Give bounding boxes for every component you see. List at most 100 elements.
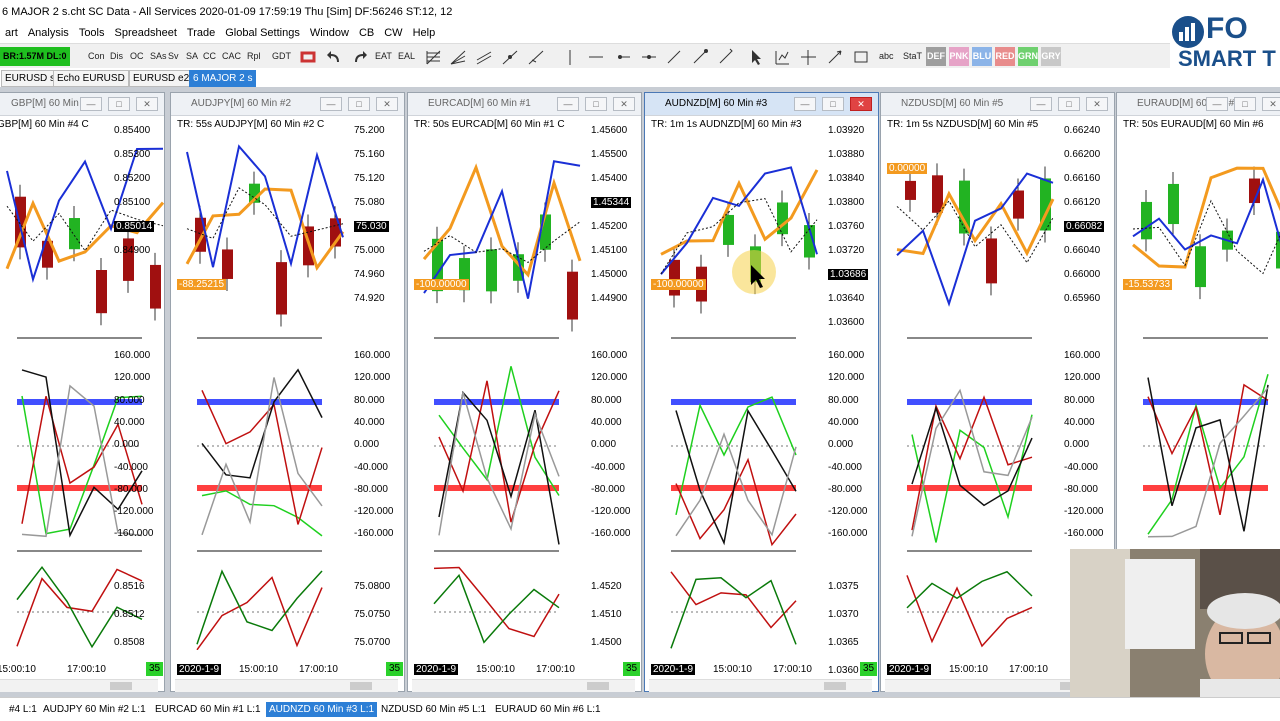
channel-icon[interactable]	[474, 47, 494, 66]
pane-header[interactable]: NZDUSD[M] 60 Min #5 — □ ✕	[881, 93, 1114, 116]
hray-icon[interactable]	[613, 47, 633, 66]
minimize-button[interactable]: —	[80, 97, 102, 111]
maximize-button[interactable]: □	[822, 97, 844, 111]
close-button[interactable]: ✕	[1262, 97, 1280, 111]
menu-item[interactable]: CB	[354, 24, 379, 39]
horizontal-scrollbar[interactable]	[0, 679, 158, 692]
color-button-blu[interactable]: BLU	[972, 47, 992, 66]
extended-line-icon[interactable]	[639, 47, 659, 66]
fib-icon[interactable]	[423, 47, 443, 66]
chart-tab[interactable]: NZDUSD 60 Min #5 L:1	[378, 702, 489, 717]
chart-pane-gbp[interactable]: GBP[M] 60 Min #4— □ ✕ GBP[M] 60 Min #4 C 0.8…	[0, 92, 165, 692]
menu-item[interactable]: CW	[379, 24, 407, 39]
account-status[interactable]: BR:1.57M DL:0	[0, 47, 70, 66]
toolbar-button-dis[interactable]: Dis	[110, 47, 123, 66]
close-button[interactable]: ✕	[613, 97, 635, 111]
scroll-thumb[interactable]	[350, 682, 372, 690]
close-button[interactable]: ✕	[376, 97, 398, 111]
fib-fan-icon[interactable]	[448, 47, 468, 66]
pane-header[interactable]: GBP[M] 60 Min #4— □ ✕	[0, 93, 164, 116]
maximize-button[interactable]: □	[1234, 97, 1256, 111]
chart-tab[interactable]: AUDNZD 60 Min #3 L:1	[266, 702, 378, 717]
close-button[interactable]: ✕	[850, 97, 872, 111]
color-button-def[interactable]: DEF	[926, 47, 946, 66]
close-button[interactable]: ✕	[1086, 97, 1108, 111]
menu-item[interactable]: Global Settings	[220, 24, 305, 39]
toolbar-button-rpl[interactable]: Rpl	[247, 47, 261, 66]
toolbar-button-abc[interactable]: abc	[879, 47, 894, 66]
chartbook-tab[interactable]: Echo EURUSD	[53, 70, 129, 87]
vline-icon[interactable]	[560, 47, 580, 66]
color-button-gry[interactable]: GRY	[1041, 47, 1061, 66]
horizontal-scrollbar[interactable]	[649, 679, 872, 692]
chartbook-tab[interactable]: 6 MAJOR 2 s	[189, 70, 257, 87]
chart-values-icon[interactable]	[772, 47, 792, 66]
chartbook-tab[interactable]: EURUSD e2	[129, 70, 194, 87]
scroll-thumb[interactable]	[587, 682, 609, 690]
chart-tab[interactable]: AUDJPY 60 Min #2 L:1	[40, 702, 149, 717]
toolbar-button-eal[interactable]: EAL	[398, 47, 415, 66]
minimize-button[interactable]: —	[320, 97, 342, 111]
menu-item[interactable]: Spreadsheet	[110, 24, 182, 39]
pane-header[interactable]: EURCAD[M] 60 Min #1 — □ ✕	[408, 93, 641, 116]
ray-icon[interactable]	[526, 47, 546, 66]
cursor-icon[interactable]	[746, 47, 766, 66]
toolbar-button-sa[interactable]: SA	[186, 47, 198, 66]
maximize-button[interactable]: □	[348, 97, 370, 111]
price-chart[interactable]	[887, 115, 1062, 650]
minimize-button[interactable]: —	[1206, 97, 1228, 111]
menu-item[interactable]: Window	[305, 24, 354, 39]
chart-pane-audnzd[interactable]: AUDNZD[M] 60 Min #3 — □ ✕ TR: 1m 1s AUDNZD[M…	[644, 92, 879, 692]
chart-tab[interactable]: #4 L:1	[6, 702, 40, 717]
toolbar-button-con[interactable]: Con	[88, 47, 105, 66]
line-icon[interactable]	[664, 47, 684, 66]
chartbook-tab[interactable]: EURUSD s	[1, 70, 60, 87]
menu-item[interactable]: Trade	[182, 24, 220, 39]
maximize-button[interactable]: □	[585, 97, 607, 111]
line-dot-icon[interactable]	[690, 47, 710, 66]
price-chart[interactable]	[177, 115, 352, 650]
price-chart[interactable]	[651, 115, 826, 650]
arrow-line-icon[interactable]	[825, 47, 845, 66]
toolbar-button-cac[interactable]: CAC	[222, 47, 241, 66]
menu-item[interactable]: Help	[408, 24, 441, 39]
trend-tool-icon[interactable]	[500, 47, 520, 66]
menu-item[interactable]: Tools	[74, 24, 110, 39]
close-button[interactable]: ✕	[136, 97, 158, 111]
toolbar-button-eat[interactable]: EAT	[375, 47, 392, 66]
redo-icon[interactable]	[350, 47, 370, 66]
minimize-button[interactable]: —	[794, 97, 816, 111]
scroll-thumb[interactable]	[110, 682, 132, 690]
chart-tab[interactable]: EURCAD 60 Min #1 L:1	[152, 702, 264, 717]
pane-header[interactable]: AUDNZD[M] 60 Min #3 — □ ✕	[645, 93, 878, 116]
horizontal-scrollbar[interactable]	[175, 679, 398, 692]
color-button-red[interactable]: RED	[995, 47, 1015, 66]
minimize-button[interactable]: —	[1030, 97, 1052, 111]
undo-icon[interactable]	[324, 47, 344, 66]
toolbar-button-stat[interactable]: StaT	[903, 47, 922, 66]
pane-header[interactable]: AUDJPY[M] 60 Min #2 — □ ✕	[171, 93, 404, 116]
toolbar-button-gdt[interactable]: GDT	[272, 47, 291, 66]
color-button-grn[interactable]: GRN	[1018, 47, 1038, 66]
toolbar-button-cc[interactable]: CC	[203, 47, 216, 66]
maximize-button[interactable]: □	[108, 97, 130, 111]
menu-item[interactable]: art	[0, 24, 23, 39]
pen-icon[interactable]	[716, 47, 736, 66]
pane-header[interactable]: EURAUD[M] 60 Min #6— □ ✕	[1117, 93, 1280, 116]
maximize-button[interactable]: □	[1058, 97, 1080, 111]
toolbar-button-sv[interactable]: Sv	[168, 47, 179, 66]
color-button-pnk[interactable]: PNK	[949, 47, 969, 66]
crosshair-icon[interactable]	[798, 47, 818, 66]
minimize-button[interactable]: —	[557, 97, 579, 111]
toolbar-button-oc[interactable]: OC	[130, 47, 144, 66]
rectangle-icon[interactable]	[851, 47, 871, 66]
chart-pane-eurcad[interactable]: EURCAD[M] 60 Min #1 — □ ✕ TR: 50s EURCAD[M] …	[407, 92, 642, 692]
horizontal-scrollbar[interactable]	[412, 679, 635, 692]
price-chart[interactable]	[414, 115, 589, 650]
menu-item[interactable]: Analysis	[23, 24, 74, 39]
chart-tab[interactable]: EURAUD 60 Min #6 L:1	[492, 702, 604, 717]
toolbar-button-sas[interactable]: SAs	[150, 47, 167, 66]
hline-icon[interactable]	[586, 47, 606, 66]
scroll-thumb[interactable]	[824, 682, 846, 690]
chart-pane-audjpy[interactable]: AUDJPY[M] 60 Min #2 — □ ✕ TR: 55s AUDJPY[M] …	[170, 92, 405, 692]
